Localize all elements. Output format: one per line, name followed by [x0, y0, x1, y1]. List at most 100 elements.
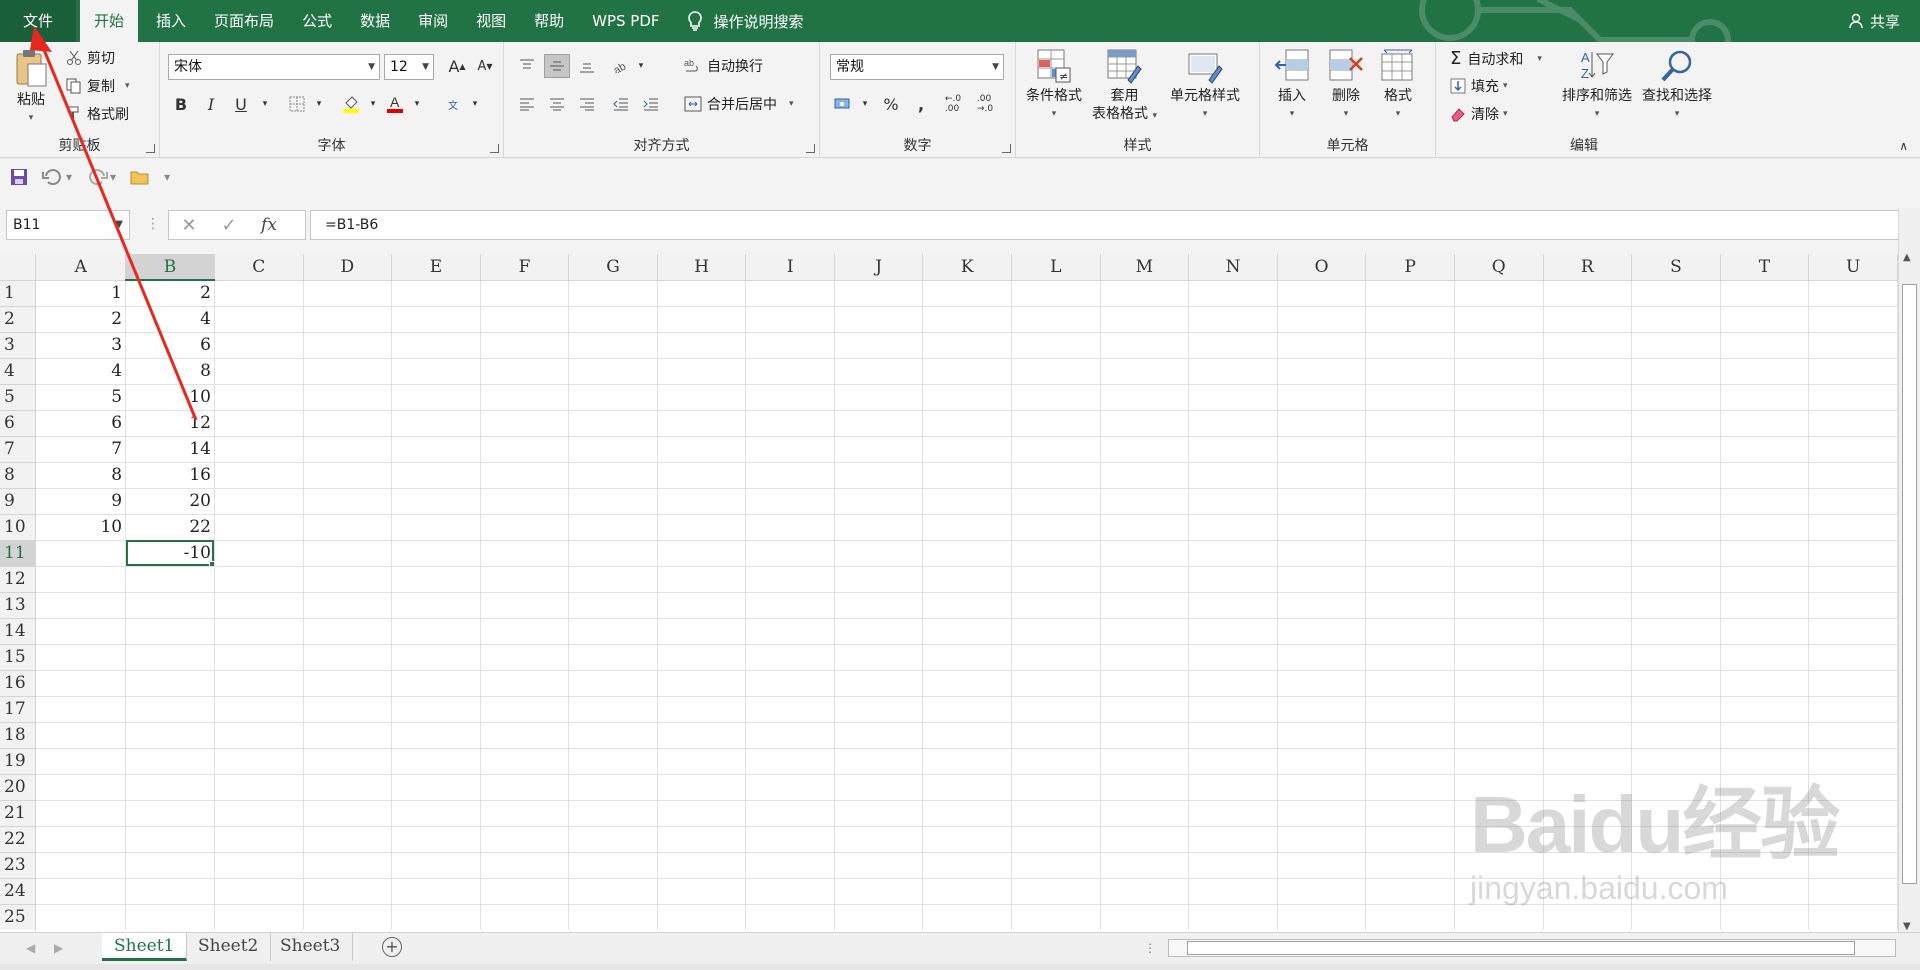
cell-e24[interactable]	[391, 878, 481, 905]
cell-i19[interactable]	[745, 748, 835, 775]
cell-s10[interactable]	[1631, 514, 1721, 541]
comma-style-icon[interactable]: ,	[908, 92, 934, 116]
cell-g10[interactable]	[568, 514, 658, 541]
cell-p13[interactable]	[1365, 592, 1455, 619]
cell-u1[interactable]	[1808, 280, 1898, 307]
cell-d13[interactable]	[303, 592, 393, 619]
cell-d6[interactable]	[303, 410, 393, 437]
cell-h16[interactable]	[657, 670, 747, 697]
cell-a21[interactable]	[35, 800, 127, 827]
cell-p7[interactable]	[1365, 436, 1455, 463]
cell-m17[interactable]	[1100, 696, 1190, 723]
cell-n17[interactable]	[1188, 696, 1278, 723]
formula-input[interactable]: =B1-B6 ▼	[310, 210, 1914, 240]
cell-k10[interactable]	[922, 514, 1012, 541]
cell-o17[interactable]	[1277, 696, 1367, 723]
cell-c21[interactable]	[214, 800, 304, 827]
cell-d4[interactable]	[303, 358, 393, 385]
cell-b10[interactable]: 22	[125, 514, 215, 541]
autosum-button[interactable]: Σ 自动求和 ▾	[1450, 48, 1542, 69]
cell-q15[interactable]	[1454, 644, 1544, 671]
cell-q5[interactable]	[1454, 384, 1544, 411]
cell-o12[interactable]	[1277, 566, 1367, 593]
cell-l23[interactable]	[1011, 852, 1101, 879]
cell-m12[interactable]	[1100, 566, 1190, 593]
chevron-down-icon[interactable]: ▾	[306, 92, 332, 116]
cell-d10[interactable]	[303, 514, 393, 541]
cell-k9[interactable]	[922, 488, 1012, 515]
cell-l24[interactable]	[1011, 878, 1101, 905]
cell-p11[interactable]	[1365, 540, 1455, 567]
cell-a7[interactable]: 7	[35, 436, 127, 463]
cell-f8[interactable]	[480, 462, 570, 489]
tab-review[interactable]: 审阅	[404, 0, 462, 42]
cell-g6[interactable]	[568, 410, 658, 437]
cell-n23[interactable]	[1188, 852, 1278, 879]
cell-p23[interactable]	[1365, 852, 1455, 879]
cell-r8[interactable]	[1543, 462, 1633, 489]
copy-button[interactable]: 复制 ▾	[66, 76, 130, 96]
cell-b19[interactable]	[125, 748, 215, 775]
bold-button[interactable]: B	[168, 92, 194, 116]
cell-g8[interactable]	[568, 462, 658, 489]
cell-d22[interactable]	[303, 826, 393, 853]
tab-formulas[interactable]: 公式	[288, 0, 346, 42]
cell-k8[interactable]	[922, 462, 1012, 489]
cell-n21[interactable]	[1188, 800, 1278, 827]
cell-d15[interactable]	[303, 644, 393, 671]
cell-f2[interactable]	[480, 306, 570, 333]
cell-f20[interactable]	[480, 774, 570, 801]
cell-o10[interactable]	[1277, 514, 1367, 541]
redo-icon[interactable]: ▾	[86, 168, 116, 186]
cell-g17[interactable]	[568, 696, 658, 723]
cell-f15[interactable]	[480, 644, 570, 671]
cell-q16[interactable]	[1454, 670, 1544, 697]
cell-a20[interactable]	[35, 774, 127, 801]
cell-i9[interactable]	[745, 488, 835, 515]
cell-l16[interactable]	[1011, 670, 1101, 697]
cell-g13[interactable]	[568, 592, 658, 619]
cell-d1[interactable]	[303, 280, 393, 307]
cell-c15[interactable]	[214, 644, 304, 671]
cell-a25[interactable]	[35, 904, 127, 930]
cell-l6[interactable]	[1011, 410, 1101, 437]
cell-d2[interactable]	[303, 306, 393, 333]
cell-c25[interactable]	[214, 904, 304, 930]
cell-t18[interactable]	[1720, 722, 1810, 749]
cell-u10[interactable]	[1808, 514, 1898, 541]
cell-r7[interactable]	[1543, 436, 1633, 463]
cell-t13[interactable]	[1720, 592, 1810, 619]
cell-g1[interactable]	[568, 280, 658, 307]
cell-t4[interactable]	[1720, 358, 1810, 385]
cell-n18[interactable]	[1188, 722, 1278, 749]
cell-f12[interactable]	[480, 566, 570, 593]
cell-e17[interactable]	[391, 696, 481, 723]
column-header-p[interactable]: P	[1365, 254, 1455, 281]
cell-s18[interactable]	[1631, 722, 1721, 749]
cell-g19[interactable]	[568, 748, 658, 775]
cell-e10[interactable]	[391, 514, 481, 541]
cell-b11[interactable]: -10	[125, 540, 215, 567]
cell-e18[interactable]	[391, 722, 481, 749]
cell-n19[interactable]	[1188, 748, 1278, 775]
cell-i3[interactable]	[745, 332, 835, 359]
cell-c4[interactable]	[214, 358, 304, 385]
cell-i20[interactable]	[745, 774, 835, 801]
cell-m15[interactable]	[1100, 644, 1190, 671]
cell-f22[interactable]	[480, 826, 570, 853]
cell-o14[interactable]	[1277, 618, 1367, 645]
cell-q13[interactable]	[1454, 592, 1544, 619]
cell-h9[interactable]	[657, 488, 747, 515]
column-header-s[interactable]: S	[1631, 254, 1721, 281]
cell-l19[interactable]	[1011, 748, 1101, 775]
cell-o6[interactable]	[1277, 410, 1367, 437]
cell-q3[interactable]	[1454, 332, 1544, 359]
cell-c16[interactable]	[214, 670, 304, 697]
column-header-g[interactable]: G	[568, 254, 658, 281]
cell-j13[interactable]	[834, 592, 924, 619]
cell-e2[interactable]	[391, 306, 481, 333]
cell-f18[interactable]	[480, 722, 570, 749]
cell-r13[interactable]	[1543, 592, 1633, 619]
cell-m11[interactable]	[1100, 540, 1190, 567]
cell-i4[interactable]	[745, 358, 835, 385]
